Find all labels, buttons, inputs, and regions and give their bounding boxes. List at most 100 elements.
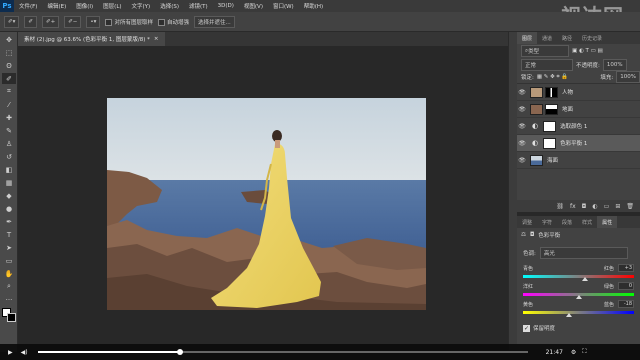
mask-thumb-icon[interactable]: ◘ bbox=[530, 232, 534, 238]
pen-tool-icon[interactable]: ✒ bbox=[2, 216, 16, 227]
quick-select-tool-icon[interactable]: ✐▾ bbox=[4, 15, 20, 28]
fx-icon[interactable]: fx bbox=[570, 203, 576, 210]
slider-value-input[interactable]: 0 bbox=[618, 282, 634, 290]
document-tab[interactable]: 素材 (2).jpg @ 63.6% (色彩平衡 1, 图层蒙版/8) * × bbox=[18, 32, 165, 46]
properties-header: ⚖ ◘ 色彩平衡 bbox=[517, 228, 640, 242]
blend-mode-select[interactable]: 正常 bbox=[521, 58, 573, 71]
settings-icon[interactable]: ⚙ bbox=[571, 349, 576, 356]
color-swatches[interactable] bbox=[2, 308, 16, 328]
eye-icon[interactable]: 👁 bbox=[517, 123, 527, 130]
menu-type[interactable]: 文字(Y) bbox=[127, 2, 156, 10]
slider-knob[interactable] bbox=[581, 277, 588, 281]
fullscreen-icon[interactable]: ⛶ bbox=[582, 348, 586, 356]
blur-tool-icon[interactable]: ◆ bbox=[2, 190, 16, 201]
yellow-blue-slider[interactable] bbox=[523, 311, 634, 317]
eye-icon[interactable]: 👁 bbox=[517, 157, 527, 164]
preserve-luminosity-row[interactable]: ✓ 保留明度 bbox=[517, 324, 640, 332]
hand-tool-icon[interactable]: ✋ bbox=[2, 268, 16, 279]
marquee-tool-icon[interactable]: ⬚ bbox=[2, 47, 16, 58]
eye-icon[interactable]: 👁 bbox=[517, 140, 527, 147]
menu-file[interactable]: 文件(F) bbox=[14, 2, 42, 10]
cyan-red-slider[interactable] bbox=[523, 275, 634, 281]
layer-row[interactable]: 👁 地面 bbox=[517, 101, 640, 118]
menu-help[interactable]: 帮助(H) bbox=[299, 2, 328, 10]
clone-stamp-icon[interactable]: ♙ bbox=[2, 138, 16, 149]
healing-brush-icon[interactable]: ✚ bbox=[2, 112, 16, 123]
document-tab-title: 素材 (2).jpg @ 63.6% (色彩平衡 1, 图层蒙版/8) * bbox=[24, 37, 150, 43]
lock-icons[interactable]: ▦ ✎ ✥ ⌗ 🔒 bbox=[537, 74, 568, 81]
new-selection-icon[interactable]: ✐ bbox=[24, 15, 37, 28]
zoom-tool-icon[interactable]: ⌕ bbox=[2, 281, 16, 292]
eraser-tool-icon[interactable]: ◧ bbox=[2, 164, 16, 175]
group-icon[interactable]: ▭ bbox=[604, 203, 610, 210]
menu-edit[interactable]: 编辑(E) bbox=[42, 2, 71, 10]
slider-knob[interactable] bbox=[566, 313, 573, 317]
preserve-luminosity-checkbox[interactable]: ✓ bbox=[523, 324, 530, 332]
filter-icons[interactable]: ▣ ◐ T ▭ ▤ bbox=[572, 48, 603, 54]
crop-tool-icon[interactable]: ⌗ bbox=[2, 86, 16, 97]
layer-row[interactable]: 👁 ◐ 选取颜色 1 bbox=[517, 118, 640, 135]
play-icon[interactable]: ▶ bbox=[8, 349, 13, 356]
document-tabs: 素材 (2).jpg @ 63.6% (色彩平衡 1, 图层蒙版/8) * × bbox=[18, 32, 508, 46]
new-layer-icon[interactable]: ⊞ bbox=[615, 203, 620, 210]
video-progress-track[interactable] bbox=[37, 349, 528, 355]
document-image[interactable] bbox=[107, 98, 426, 310]
move-tool-icon[interactable]: ✥ bbox=[2, 34, 16, 45]
lasso-tool-icon[interactable]: ʘ bbox=[2, 60, 16, 71]
type-tool-icon[interactable]: T bbox=[2, 229, 16, 240]
layer-row[interactable]: 👁 人物 bbox=[517, 84, 640, 101]
brush-tool-icon[interactable]: ✎ bbox=[2, 125, 16, 136]
menu-image[interactable]: 图像(I) bbox=[71, 2, 98, 10]
magenta-green-slider[interactable] bbox=[523, 293, 634, 299]
layer-row[interactable]: 👁 海面 bbox=[517, 152, 640, 169]
menu-window[interactable]: 窗口(W) bbox=[268, 2, 299, 10]
subtract-selection-icon[interactable]: ✐− bbox=[64, 15, 82, 28]
fill-input[interactable]: 100% bbox=[616, 71, 640, 83]
menu-filter[interactable]: 滤镜(T) bbox=[184, 2, 213, 10]
opacity-input[interactable]: 100% bbox=[602, 58, 627, 71]
slider-value-input[interactable]: +3 bbox=[618, 264, 634, 272]
tab-properties[interactable]: 属性 bbox=[597, 216, 618, 228]
video-progress-knob[interactable] bbox=[176, 349, 183, 355]
slider-knob[interactable] bbox=[576, 295, 583, 299]
close-icon[interactable]: × bbox=[154, 36, 159, 42]
eye-icon[interactable]: 👁 bbox=[517, 89, 527, 96]
menu-layer[interactable]: 图层(L) bbox=[98, 2, 126, 10]
quick-selection-tool-icon[interactable]: ✐ bbox=[2, 73, 16, 84]
slider-left-label: 青色 bbox=[523, 265, 534, 272]
tab-channels[interactable]: 通道 bbox=[537, 32, 557, 44]
eye-icon[interactable]: 👁 bbox=[517, 106, 527, 113]
tone-select[interactable]: 高光 bbox=[539, 247, 628, 259]
sample-all-layers-checkbox[interactable]: 对所有图层取样 bbox=[105, 18, 153, 26]
tab-layers[interactable]: 图层 bbox=[517, 32, 538, 44]
brush-size-picker[interactable]: •▾ bbox=[86, 15, 101, 28]
more-tools-icon[interactable]: ··· bbox=[2, 294, 16, 305]
auto-enhance-checkbox[interactable]: 自动增强 bbox=[157, 18, 189, 26]
add-selection-icon[interactable]: ✐+ bbox=[41, 15, 60, 28]
layer-row-selected[interactable]: 👁 ◐ 色彩平衡 1 bbox=[517, 135, 640, 152]
panel-collapse-strip[interactable] bbox=[508, 32, 517, 350]
layer-filter-dropdown[interactable]: ⌕ 类型 bbox=[521, 45, 569, 57]
tab-styles[interactable]: 样式 bbox=[577, 216, 597, 228]
gradient-tool-icon[interactable]: ▦ bbox=[2, 177, 16, 188]
tab-paths[interactable]: 路径 bbox=[557, 32, 577, 44]
tab-character[interactable]: 字符 bbox=[537, 216, 557, 228]
mask-icon[interactable]: ◘ bbox=[582, 203, 587, 210]
path-selection-icon[interactable]: ➤ bbox=[2, 242, 16, 253]
eyedropper-tool-icon[interactable]: ⁄ bbox=[2, 99, 16, 110]
menu-select[interactable]: 选择(S) bbox=[155, 2, 184, 10]
tab-adjustments[interactable]: 调整 bbox=[517, 216, 537, 228]
trash-icon[interactable]: 🗑 bbox=[626, 203, 634, 210]
history-brush-icon[interactable]: ↺ bbox=[2, 151, 16, 162]
menu-view[interactable]: 视图(V) bbox=[239, 2, 268, 10]
tab-history[interactable]: 历史记录 bbox=[577, 32, 607, 44]
slider-value-input[interactable]: -18 bbox=[618, 300, 634, 308]
tab-paragraph[interactable]: 段落 bbox=[557, 216, 577, 228]
dodge-tool-icon[interactable]: ● bbox=[2, 203, 16, 214]
volume-icon[interactable]: ◀) bbox=[21, 349, 28, 356]
menu-3d[interactable]: 3D(D) bbox=[213, 3, 239, 9]
adjustment-icon[interactable]: ◐ bbox=[592, 203, 597, 210]
select-and-mask-button[interactable]: 选择并遮住... bbox=[193, 15, 235, 28]
link-icon[interactable]: ⛓ bbox=[556, 203, 564, 210]
rectangle-tool-icon[interactable]: ▭ bbox=[2, 255, 16, 266]
